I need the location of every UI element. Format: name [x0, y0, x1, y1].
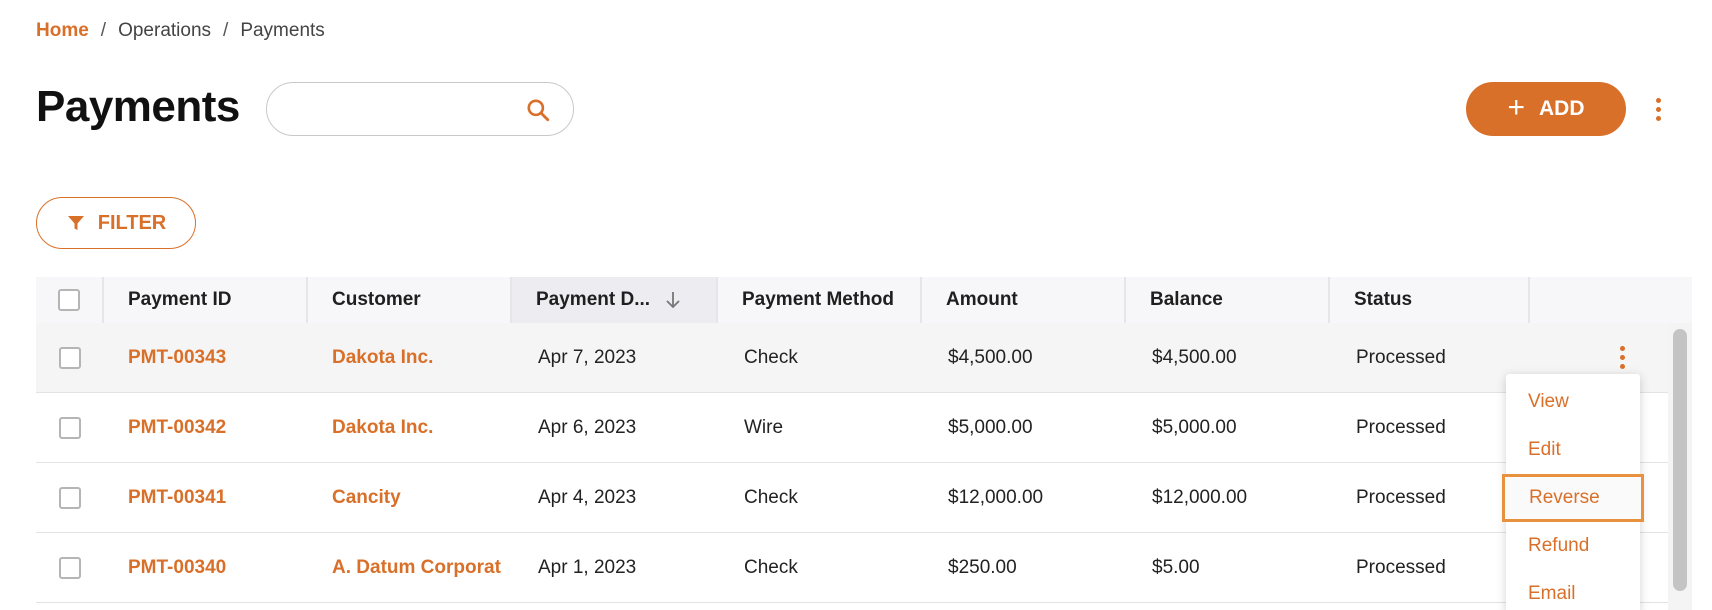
payment-date-cell: Apr 7, 2023	[538, 346, 637, 368]
balance-cell: $12,000.00	[1152, 486, 1248, 508]
table-row[interactable]: PMT-00340 A. Datum Corporat Apr 1, 2023 …	[36, 533, 1692, 603]
breadcrumb-current: Payments	[240, 20, 325, 41]
payment-id-link[interactable]: PMT-00341	[104, 463, 308, 532]
amount-cell: $5,000.00	[948, 416, 1033, 438]
menu-item-reverse[interactable]: Reverse	[1502, 474, 1644, 522]
row-checkbox[interactable]	[59, 346, 81, 369]
column-header-payment-method[interactable]: Payment Method	[718, 277, 922, 323]
search-icon[interactable]	[525, 97, 551, 123]
plus-icon: +	[1507, 90, 1526, 124]
payment-date-cell: Apr 1, 2023	[538, 556, 637, 578]
row-select-cell	[36, 463, 104, 532]
column-header-actions	[1530, 277, 1692, 323]
row-select-cell	[36, 323, 104, 392]
filter-button[interactable]: FILTER	[36, 197, 196, 249]
row-actions-menu: View Edit Reverse Refund Email	[1502, 374, 1644, 610]
column-header-balance[interactable]: Balance	[1126, 277, 1330, 323]
row-select-cell	[36, 393, 104, 462]
column-header-payment-id[interactable]: Payment ID	[104, 277, 308, 323]
breadcrumb-separator: /	[223, 20, 229, 41]
amount-cell: $250.00	[948, 556, 1017, 578]
filter-icon	[67, 216, 84, 230]
table-row[interactable]: PMT-00341 Cancity Apr 4, 2023 Check $12,…	[36, 463, 1692, 533]
payment-method-cell: Check	[744, 346, 798, 368]
add-button[interactable]: + ADD	[1466, 82, 1626, 136]
row-checkbox[interactable]	[59, 556, 81, 579]
payment-method-cell: Check	[744, 556, 798, 578]
table-row[interactable]: PMT-00343 Dakota Inc. Apr 7, 2023 Check …	[36, 323, 1692, 393]
row-checkbox[interactable]	[59, 486, 81, 509]
menu-item-view[interactable]: View	[1506, 378, 1640, 426]
balance-cell: $5.00	[1152, 556, 1200, 578]
select-all-cell	[36, 277, 104, 323]
add-button-label: ADD	[1539, 97, 1585, 120]
payment-method-cell: Check	[744, 486, 798, 508]
customer-link[interactable]: Dakota Inc.	[308, 323, 512, 392]
column-header-amount[interactable]: Amount	[922, 277, 1126, 323]
row-checkbox[interactable]	[59, 416, 81, 439]
customer-link[interactable]: Cancity	[308, 463, 512, 532]
column-header-payment-date-label: Payment D...	[536, 289, 651, 310]
status-cell: Processed	[1356, 556, 1446, 578]
balance-cell: $4,500.00	[1152, 346, 1237, 368]
filter-button-label: FILTER	[97, 211, 167, 234]
amount-cell: $4,500.00	[948, 346, 1033, 368]
payment-date-cell: Apr 4, 2023	[538, 486, 637, 508]
arrow-down-icon[interactable]	[664, 290, 682, 310]
amount-cell: $12,000.00	[948, 486, 1044, 508]
table-scrollbar[interactable]	[1668, 323, 1692, 610]
search-box	[266, 82, 574, 136]
row-select-cell	[36, 533, 104, 602]
search-input[interactable]	[285, 93, 525, 127]
payment-id-link[interactable]: PMT-00343	[104, 323, 308, 392]
payments-table: Payment ID Customer Payment D... Payment…	[36, 277, 1692, 603]
column-header-customer[interactable]: Customer	[308, 277, 512, 323]
payment-method-cell: Wire	[744, 416, 784, 438]
breadcrumb: Home / Operations / Payments	[36, 20, 325, 42]
column-header-status[interactable]: Status	[1330, 277, 1530, 323]
table-header: Payment ID Customer Payment D... Payment…	[36, 277, 1692, 323]
status-cell: Processed	[1356, 346, 1446, 368]
status-cell: Processed	[1356, 486, 1446, 508]
page-title: Payments	[36, 82, 240, 131]
payment-id-link[interactable]: PMT-00340	[104, 533, 308, 602]
menu-item-email[interactable]: Email	[1506, 570, 1640, 610]
menu-item-edit[interactable]: Edit	[1506, 426, 1640, 474]
payment-id-link[interactable]: PMT-00342	[104, 393, 308, 462]
customer-link[interactable]: A. Datum Corporat	[308, 533, 512, 602]
balance-cell: $5,000.00	[1152, 416, 1237, 438]
breadcrumb-home-link[interactable]: Home	[36, 20, 89, 42]
customer-link[interactable]: Dakota Inc.	[308, 393, 512, 462]
table-row[interactable]: PMT-00342 Dakota Inc. Apr 6, 2023 Wire $…	[36, 393, 1692, 463]
menu-item-refund[interactable]: Refund	[1506, 522, 1640, 570]
breadcrumb-operations-link[interactable]: Operations	[118, 20, 211, 42]
select-all-checkbox[interactable]	[58, 289, 80, 311]
column-header-payment-date[interactable]: Payment D...	[512, 277, 718, 323]
status-cell: Processed	[1356, 416, 1446, 438]
scrollbar-thumb[interactable]	[1673, 329, 1687, 591]
more-vertical-icon[interactable]	[1650, 92, 1666, 126]
breadcrumb-separator: /	[100, 20, 107, 41]
more-vertical-icon[interactable]	[1614, 343, 1630, 373]
payment-date-cell: Apr 6, 2023	[538, 416, 637, 438]
